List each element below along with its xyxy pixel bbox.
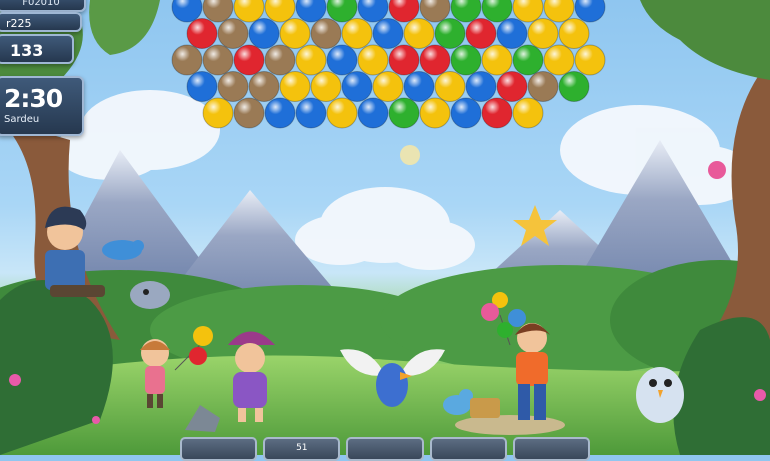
bubble-blue[interactable] bbox=[295, 97, 327, 129]
bubble-blue[interactable] bbox=[326, 44, 358, 76]
bubble-green[interactable] bbox=[512, 44, 544, 76]
bubble-brown[interactable] bbox=[171, 44, 203, 76]
bubble-yellow[interactable] bbox=[279, 18, 311, 49]
bubble-green[interactable] bbox=[450, 44, 482, 76]
booster-tray: 51 bbox=[180, 437, 591, 461]
bubble-blue[interactable] bbox=[248, 18, 280, 49]
bubble-blue[interactable] bbox=[465, 71, 497, 102]
bubble-brown[interactable] bbox=[217, 71, 249, 102]
bubble-blue[interactable] bbox=[403, 71, 435, 102]
bubble-yellow[interactable] bbox=[574, 44, 606, 76]
bubble-green[interactable] bbox=[558, 71, 590, 102]
booster-slot-3[interactable] bbox=[346, 437, 424, 461]
bubble-yellow[interactable] bbox=[341, 18, 373, 49]
bubble-grid[interactable] bbox=[0, 0, 770, 455]
hud-coins: r225 bbox=[0, 12, 82, 32]
bubble-red[interactable] bbox=[496, 71, 528, 102]
bubble-yellow[interactable] bbox=[326, 97, 358, 129]
top-counter-value: F02010 bbox=[22, 0, 60, 8]
bubble-yellow[interactable] bbox=[419, 97, 451, 129]
bubble-yellow[interactable] bbox=[372, 71, 404, 102]
bubble-yellow[interactable] bbox=[543, 44, 575, 76]
bubble-red[interactable] bbox=[465, 18, 497, 49]
bubble-blue[interactable] bbox=[186, 71, 218, 102]
booster-slot-4[interactable] bbox=[429, 437, 507, 461]
bubble-yellow[interactable] bbox=[434, 71, 466, 102]
bubble-yellow[interactable] bbox=[279, 71, 311, 102]
bubble-red[interactable] bbox=[388, 44, 420, 76]
bubble-green[interactable] bbox=[434, 18, 466, 49]
bubble-yellow[interactable] bbox=[295, 44, 327, 76]
bubble-brown[interactable] bbox=[310, 18, 342, 49]
bubble-red[interactable] bbox=[419, 44, 451, 76]
bubble-brown[interactable] bbox=[264, 44, 296, 76]
bubble-brown[interactable] bbox=[202, 44, 234, 76]
bubble-yellow[interactable] bbox=[527, 18, 559, 49]
bubble-brown[interactable] bbox=[217, 18, 249, 49]
bubble-brown[interactable] bbox=[233, 97, 265, 129]
timer-value: 2:30 bbox=[4, 84, 63, 113]
bubble-green[interactable] bbox=[388, 97, 420, 129]
timer-label: Sardeu bbox=[4, 114, 40, 125]
coin-count: r225 bbox=[6, 17, 32, 30]
booster-slot-2[interactable]: 51 bbox=[263, 437, 341, 461]
booster-slot-1[interactable] bbox=[180, 437, 258, 461]
bubble-blue[interactable] bbox=[357, 97, 389, 129]
bubble-blue[interactable] bbox=[264, 97, 296, 129]
hud-timer: 2:30 Sardeu bbox=[0, 76, 84, 136]
bubble-red[interactable] bbox=[186, 18, 218, 49]
bubble-yellow[interactable] bbox=[357, 44, 389, 76]
hud-top-counter: F02010 bbox=[0, 0, 86, 12]
bubble-yellow[interactable] bbox=[310, 71, 342, 102]
bubble-yellow[interactable] bbox=[403, 18, 435, 49]
bubble-yellow[interactable] bbox=[512, 97, 544, 129]
bubble-brown[interactable] bbox=[248, 71, 280, 102]
bubble-blue[interactable] bbox=[496, 18, 528, 49]
bubble-yellow[interactable] bbox=[202, 97, 234, 129]
bubble-blue[interactable] bbox=[574, 0, 606, 23]
bubble-brown[interactable] bbox=[527, 71, 559, 102]
bubble-yellow[interactable] bbox=[481, 44, 513, 76]
bubble-blue[interactable] bbox=[372, 18, 404, 49]
bubble-red[interactable] bbox=[481, 97, 513, 129]
score-value: 133 bbox=[10, 41, 44, 60]
booster-slot-5[interactable] bbox=[512, 437, 591, 461]
bubble-red[interactable] bbox=[233, 44, 265, 76]
bubble-blue[interactable] bbox=[341, 71, 373, 102]
bubble-yellow[interactable] bbox=[558, 18, 590, 49]
bubble-blue[interactable] bbox=[450, 97, 482, 129]
hud-score: 133 bbox=[0, 34, 74, 64]
